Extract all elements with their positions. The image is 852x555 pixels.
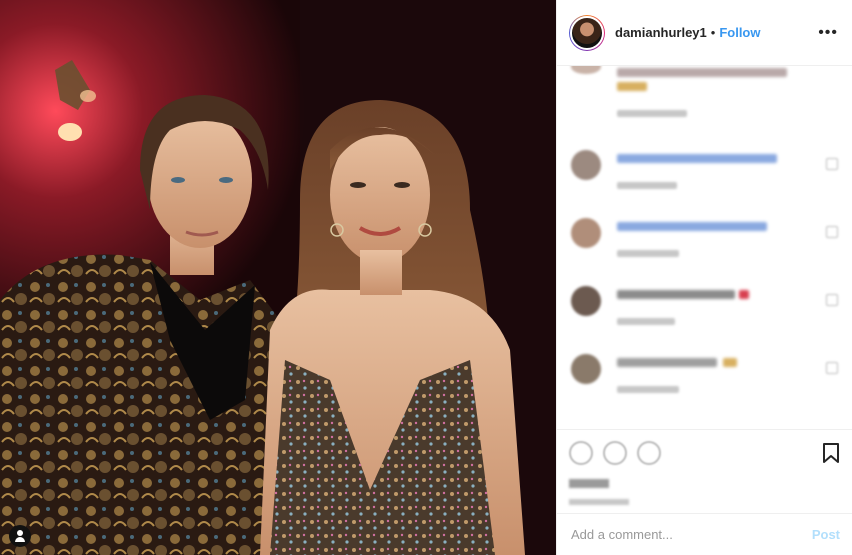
post-header: damianhurley1 • Follow ••• [557,0,852,66]
like-comment-icon[interactable] [826,158,838,170]
commenter-avatar[interactable] [571,218,601,248]
comment-text-blurred [617,154,777,163]
avatar[interactable] [570,15,604,50]
comment-meta-blurred [617,318,675,325]
tag-icon-shoulders [15,537,25,542]
like-comment-icon[interactable] [826,362,838,374]
list-item [569,214,840,274]
like-comment-icon[interactable] [826,294,838,306]
comment-icon[interactable] [603,440,627,465]
comments-list[interactable] [557,66,852,429]
likes-count-blurred [569,479,609,488]
list-item [569,146,840,206]
share-icon[interactable] [637,440,661,465]
comment-text-blurred [617,222,767,231]
post-button[interactable]: Post [812,527,840,542]
bookmark-glyph [823,442,839,463]
commenter-avatar[interactable] [571,286,601,316]
comment-meta-blurred [617,250,679,257]
like-comment-icon[interactable] [826,226,838,238]
post-timestamp [557,493,852,513]
more-options-icon[interactable]: ••• [818,24,838,42]
commenter-avatar[interactable] [571,150,601,180]
comment-text-blurred [617,358,717,367]
tag-icon-head [17,530,23,536]
separator-dot: • [710,25,716,40]
likes-count[interactable] [557,475,852,493]
timestamp-blurred [569,499,629,505]
comment-input[interactable] [569,526,812,543]
comment-emoji-blurred [617,82,647,91]
comment-text-blurred [617,68,787,77]
follow-button[interactable]: Follow [719,25,760,40]
list-item [569,282,840,342]
list-item [569,66,840,120]
commenter-avatar[interactable] [571,66,601,74]
comment-emoji-blurred [723,358,737,367]
instagram-post: damianhurley1 • Follow ••• Add a comment… [0,0,852,555]
photo-illustration [0,0,556,555]
heart-icon[interactable] [569,440,593,465]
comment-meta-blurred [617,110,687,117]
story-ring[interactable] [569,14,605,51]
comment-meta-blurred [617,182,677,189]
list-item [569,350,840,410]
post-photo[interactable] [0,0,556,555]
user-tag-icon[interactable] [9,525,31,547]
comment-emoji-blurred [739,290,749,299]
post-actions [557,429,852,475]
add-comment-bar: Post [557,513,852,555]
commenter-avatar[interactable] [571,354,601,384]
post-side-panel: damianhurley1 • Follow ••• Add a comment… [556,0,852,555]
username[interactable]: damianhurley1 [615,25,707,40]
comment-text-blurred [617,290,735,299]
bookmark-icon[interactable] [822,442,840,464]
comment-meta-blurred [617,386,679,393]
